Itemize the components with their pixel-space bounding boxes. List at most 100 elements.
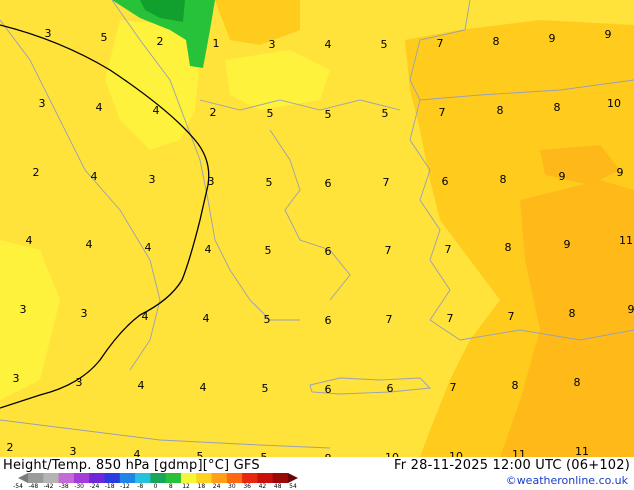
temp-label: 4: [134, 448, 141, 457]
temp-label: 8: [574, 376, 581, 389]
temp-label: 5: [325, 108, 332, 121]
temp-label: 3: [149, 173, 156, 186]
temp-label: 7: [383, 176, 390, 189]
temp-label: 9: [564, 238, 571, 251]
temp-label: 4: [145, 241, 152, 254]
temp-label: 3: [39, 97, 46, 110]
temp-label: 8: [500, 173, 507, 186]
color-scale-right-arrow: [288, 473, 298, 483]
temp-label: 5: [262, 382, 269, 395]
temp-label: 9: [617, 166, 624, 179]
temp-label: 6: [325, 383, 332, 396]
temp-label: 2: [210, 106, 217, 119]
temp-label: 4: [142, 310, 149, 323]
color-scale-label: -24: [89, 483, 100, 490]
temp-label: 5: [265, 244, 272, 257]
color-scale-segment: [43, 473, 60, 483]
forecast-timestamp: Fr 28-11-2025 12:00 UTC (06+102): [394, 458, 630, 473]
temp-label: 2: [7, 441, 14, 454]
color-scale-label: 30: [228, 483, 236, 490]
temp-label: 9: [549, 32, 556, 45]
map-title: Height/Temp. 850 hPa [gdmp][°C] GFS: [3, 458, 260, 473]
temp-label: 6: [325, 314, 332, 327]
color-scale-segment: [135, 473, 151, 483]
temp-label: 7: [386, 313, 393, 326]
color-scale-segment: [180, 473, 197, 483]
temp-label: 5: [381, 38, 388, 51]
color-scale-segment: [196, 473, 213, 483]
temp-label: 7: [447, 312, 454, 325]
temp-label: 7: [439, 106, 446, 119]
temp-label: 11: [619, 234, 633, 247]
color-scale-label: 0: [153, 483, 158, 490]
temp-label: 3: [208, 175, 215, 188]
color-scale-label: 36: [243, 483, 251, 490]
temp-label: 8: [505, 241, 512, 254]
color-scale-label: -12: [120, 483, 130, 490]
temp-label: 4: [203, 312, 210, 325]
temp-label: 1: [213, 37, 220, 50]
color-scale-label: -42: [43, 483, 54, 490]
color-scale-label: 54: [289, 483, 297, 490]
temp-label: 8: [497, 104, 504, 117]
temp-label: 5: [264, 313, 271, 326]
temp-label: 7: [450, 381, 457, 394]
temp-label: 10: [449, 450, 463, 457]
color-scale-segment: [89, 473, 105, 483]
color-scale-segment: [28, 473, 44, 483]
temp-label: 9: [559, 170, 566, 183]
temp-label: 3: [81, 307, 88, 320]
color-scale-label: -54: [13, 483, 23, 490]
color-scale-segment: [104, 473, 121, 483]
temp-label: 5: [266, 176, 273, 189]
temp-label: 4: [205, 243, 212, 256]
temp-label: 3: [269, 38, 276, 51]
temp-label: 6: [387, 382, 394, 395]
temp-label: 5: [382, 107, 389, 120]
temp-label: 4: [26, 234, 33, 247]
temperature-map: 3 5 2 1 3 4 5 7 8 9 9 3 4 4 2 5 5 5 7 8 …: [0, 0, 634, 457]
temp-label: 11: [575, 445, 589, 457]
color-scale-label: -18: [104, 483, 115, 490]
color-scale-label: 18: [197, 483, 206, 490]
color-scale-segment: [242, 473, 258, 483]
color-scale-segment: [272, 473, 289, 483]
temp-label: 8: [512, 379, 519, 392]
temp-label: 3: [20, 303, 27, 316]
temp-label: 4: [91, 170, 98, 183]
temp-label: 2: [33, 166, 40, 179]
temp-label: 8: [554, 101, 561, 114]
color-scale-segment: [150, 473, 167, 483]
temp-label: 11: [512, 448, 526, 457]
map-footer: Height/Temp. 850 hPa [gdmp][°C] GFS Fr 2…: [0, 457, 634, 490]
color-scale-label: 48: [273, 483, 282, 490]
temp-label: 5: [267, 107, 274, 120]
temp-label: 4: [86, 238, 93, 251]
source-credit: ©weatheronline.co.uk: [505, 474, 628, 487]
temp-label: 9: [628, 303, 634, 316]
color-scale-label: -30: [74, 483, 85, 490]
color-scale-segment: [226, 473, 243, 483]
color-scale-segment: [119, 473, 136, 483]
color-scale-segment: [257, 473, 274, 483]
color-scale-segment: [73, 473, 90, 483]
temp-label: 4: [200, 381, 207, 394]
temp-label: 7: [445, 243, 452, 256]
color-scale-segment: [211, 473, 228, 483]
temp-label: 5: [101, 31, 108, 44]
temp-label: 4: [96, 101, 103, 114]
temp-label: 4: [325, 38, 332, 51]
temp-label: 2: [157, 35, 164, 48]
temp-label: 7: [508, 310, 515, 323]
weather-map-chart: 3 5 2 1 3 4 5 7 8 9 9 3 4 4 2 5 5 5 7 8 …: [0, 0, 634, 490]
temp-label: 3: [13, 372, 20, 385]
color-scale-segment: [58, 473, 75, 483]
color-scale-label: 42: [258, 483, 267, 490]
temp-label: 10: [607, 97, 621, 110]
temp-label: 6: [442, 175, 449, 188]
temp-label: 4: [138, 379, 145, 392]
temp-label: 3: [45, 27, 52, 40]
color-scale-label: -38: [58, 483, 69, 490]
temp-label: 6: [325, 177, 332, 190]
color-scale-segment: [165, 473, 182, 483]
